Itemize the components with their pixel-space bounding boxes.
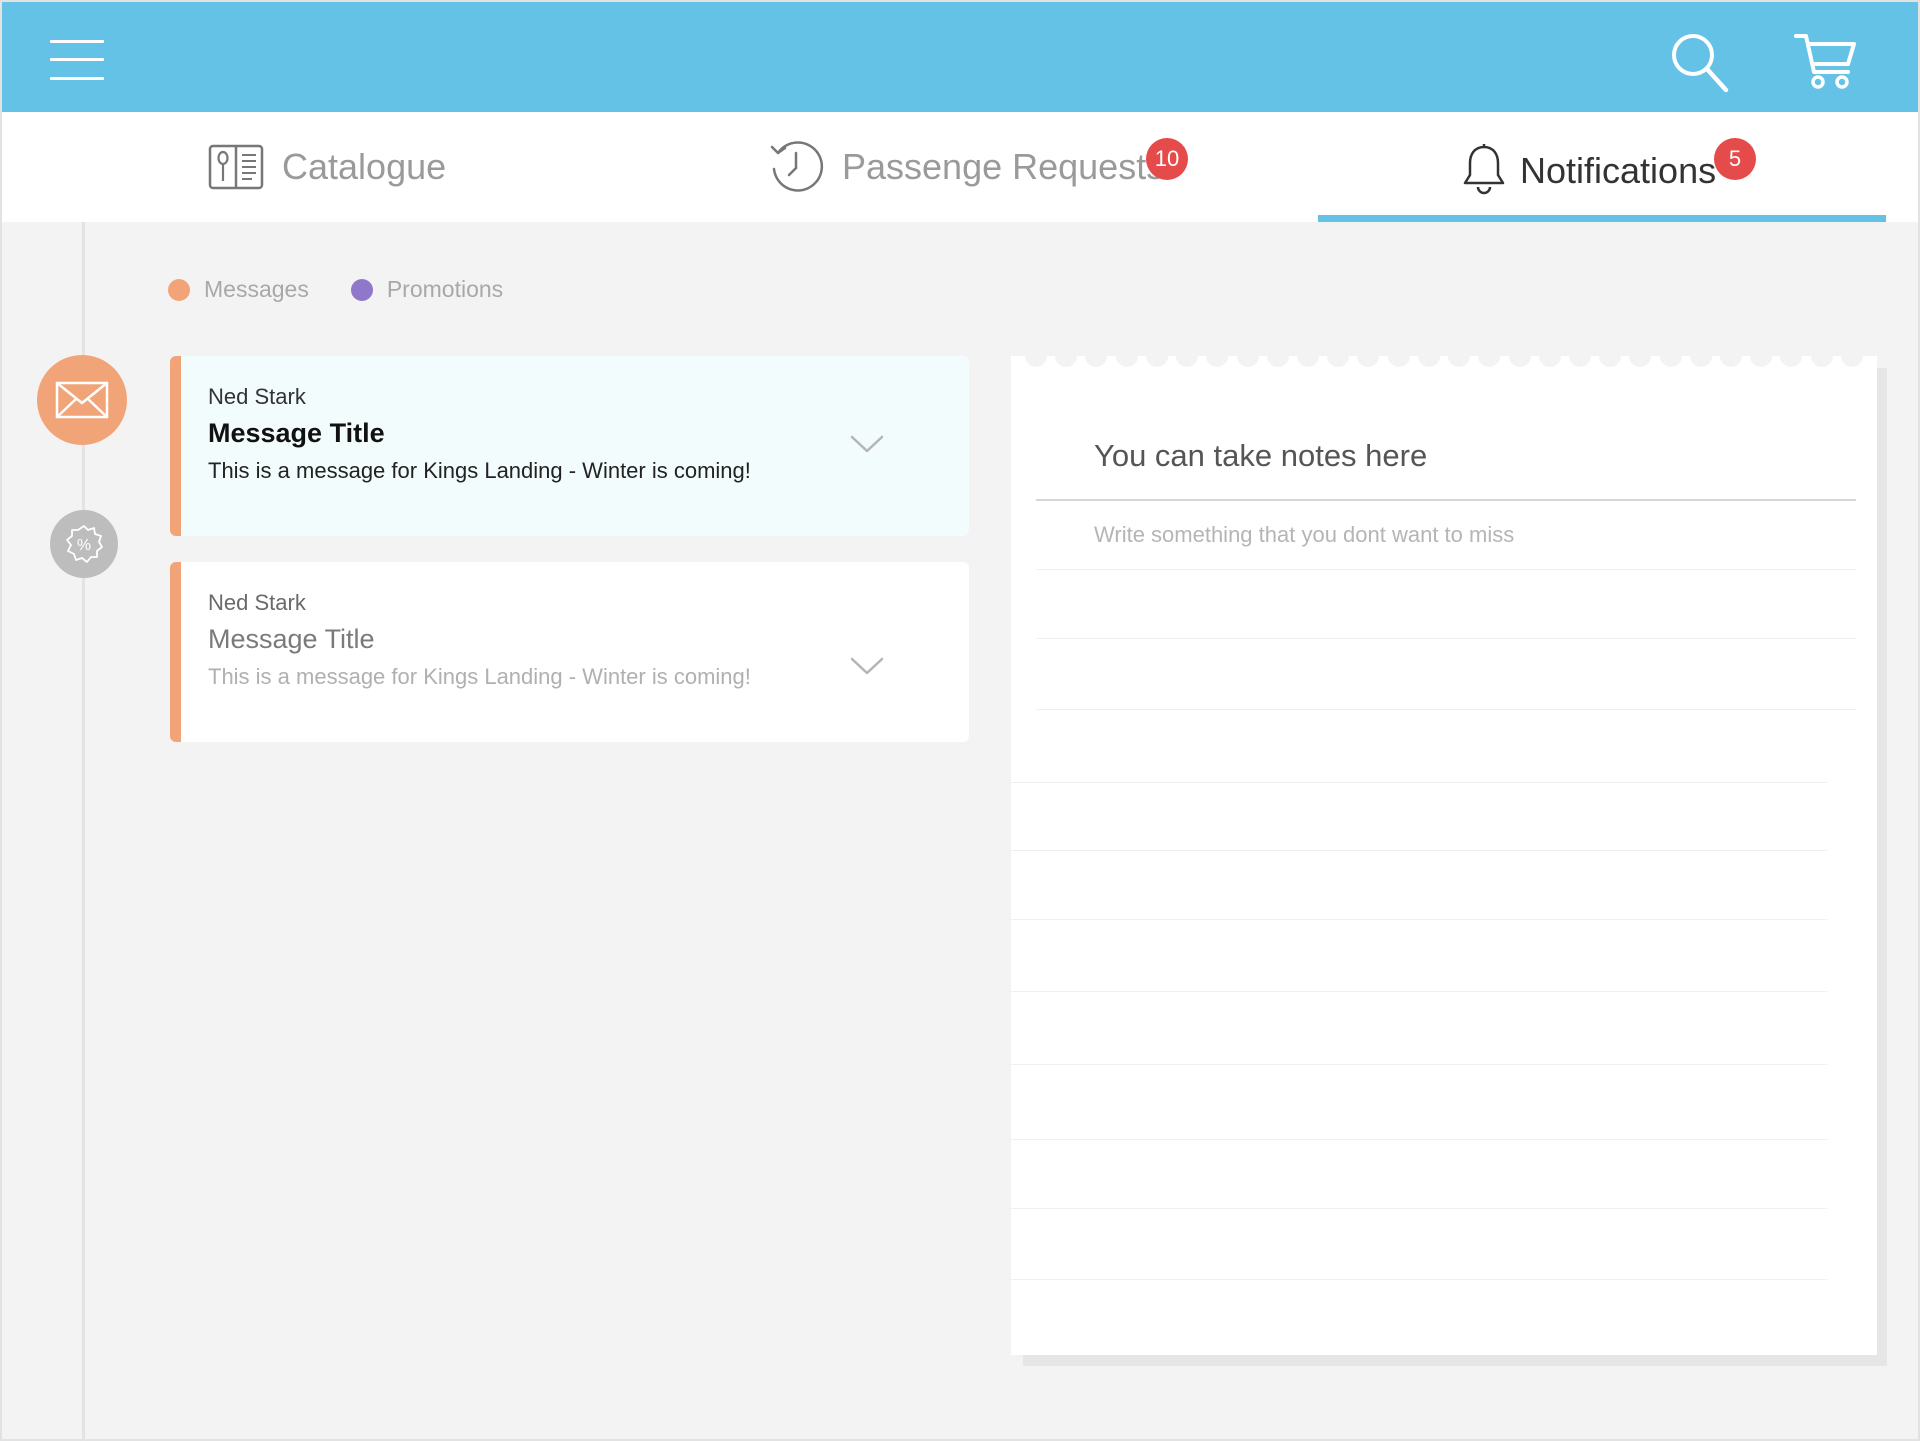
notepad-line (1011, 850, 1827, 851)
tab-passenger-requests-label: Passenge Requests (842, 146, 1165, 187)
legend-messages-dot (168, 278, 190, 301)
message-body: This is a message for Kings Landing - Wi… (208, 458, 751, 483)
envelope-icon (55, 381, 109, 419)
message-title: Message Title (208, 418, 385, 448)
tab-notifications-label: Notifications (1520, 150, 1717, 191)
search-icon[interactable] (1670, 32, 1730, 94)
tab-catalogue-label: Catalogue (282, 146, 447, 187)
notepad-line (1011, 782, 1827, 783)
notes-heading-divider (1036, 499, 1856, 501)
messages-filter-button[interactable] (37, 355, 127, 445)
tab-catalogue[interactable]: Catalogue (208, 112, 446, 222)
history-clock-icon (770, 141, 824, 192)
legend-promotions[interactable]: Promotions (350, 276, 504, 303)
chevron-down-icon[interactable] (850, 656, 884, 676)
tab-bar: Catalogue Passenge Requests 10 Notificat… (2, 112, 1918, 222)
legend-messages[interactable]: Messages (168, 276, 309, 303)
notepad-line (1011, 1279, 1827, 1280)
requests-count-badge: 10 (1146, 138, 1188, 180)
promotions-filter-button[interactable]: % (50, 510, 118, 578)
message-card[interactable]: Ned Stark Message Title This is a messag… (170, 356, 969, 536)
notifications-count-badge: 5 (1714, 138, 1756, 180)
tab-notifications[interactable]: Notifications 5 (1462, 112, 1756, 222)
legend-promotions-label: Promotions (386, 276, 504, 302)
menu-book-icon (208, 144, 264, 190)
hamburger-menu-icon[interactable] (50, 40, 104, 80)
notepad-line (1036, 569, 1856, 570)
notepad-line (1011, 919, 1827, 920)
active-tab-indicator (1318, 215, 1886, 222)
notes-panel: You can take notes here (1011, 356, 1877, 1355)
legend-promotions-dot (350, 278, 373, 301)
notepad-line (1036, 709, 1856, 710)
legend-messages-label: Messages (204, 276, 309, 302)
chevron-down-icon[interactable] (850, 434, 884, 454)
message-title: Message Title (208, 624, 375, 654)
svg-text:%: % (77, 537, 91, 554)
message-card[interactable]: Ned Stark Message Title This is a messag… (170, 562, 969, 742)
notepad-line (1011, 1139, 1827, 1140)
notes-input[interactable] (1094, 522, 1834, 548)
message-sender: Ned Stark (208, 590, 306, 615)
bell-icon (1463, 144, 1505, 195)
notification-legend: Messages Promotions (168, 276, 545, 303)
message-type-accent (170, 356, 181, 536)
message-type-accent (170, 562, 181, 742)
notepad-line (1036, 638, 1856, 639)
notepad-line (1011, 1064, 1827, 1065)
message-sender: Ned Stark (208, 384, 306, 409)
discount-badge-icon: % (66, 525, 103, 563)
shopping-cart-icon[interactable] (1794, 32, 1858, 92)
notepad-torn-edge (1011, 356, 1877, 367)
notes-heading: You can take notes here (1094, 438, 1428, 473)
notepad-line (1011, 991, 1827, 992)
tab-passenger-requests[interactable]: Passenge Requests 10 (768, 112, 1188, 222)
notepad-line (1011, 1208, 1827, 1209)
message-body: This is a message for Kings Landing - Wi… (208, 664, 751, 689)
top-bar (2, 2, 1918, 112)
